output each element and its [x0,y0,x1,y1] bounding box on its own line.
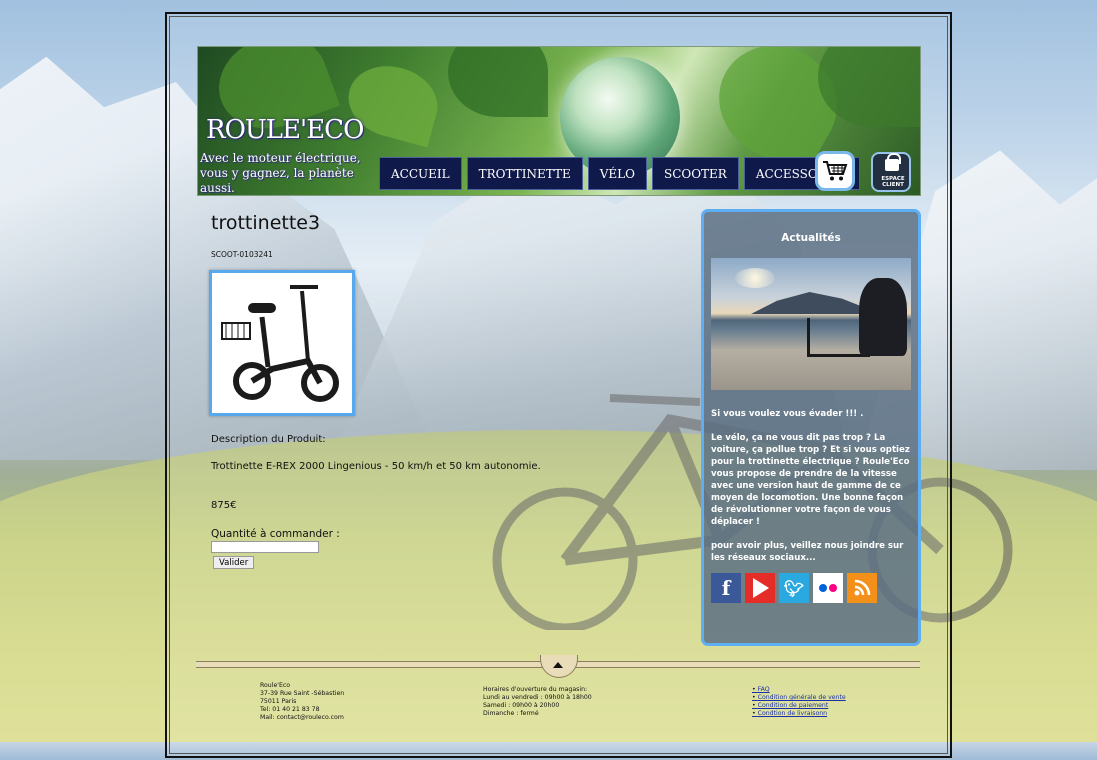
footer-link-livraison[interactable]: Condtion de livraisonn [752,710,846,718]
rss-icon[interactable] [847,573,877,603]
client-area-button[interactable]: ESPACE CLIENT [871,152,911,192]
product-image[interactable] [209,270,355,416]
quantity-label: Quantité à commander : [211,528,340,540]
scooter-image [221,285,339,402]
client-area-label: ESPACE CLIENT [881,176,905,188]
arrow-up-icon [553,662,563,668]
footer-links: FAQ Condition générale de vente Conditio… [752,686,846,718]
footer-link-faq[interactable]: FAQ [752,686,846,694]
footer-address-line: 75011 Paris [260,698,297,705]
description-heading: Description du Produit: [211,434,326,445]
nav-scooter[interactable]: SCOOTER [651,157,739,190]
footer-address-line: Roule'Eco [260,682,291,689]
nav-trottinette[interactable]: TROTTINETTE [466,157,583,190]
news-body: Le vélo, ça ne vous dit pas trop ? La vo… [711,433,910,527]
main-nav: ACCUEIL TROTTINETTE VÉLO SCOOTER ACCESSO… [379,157,861,193]
product-description: Trottinette E-REX 2000 Lingenious - 50 k… [211,461,541,472]
footer-hours-line: Horaires d'ouverture du magasin: [483,686,588,693]
flickr-icon[interactable] [813,573,843,603]
footer-link-paiement[interactable]: Condition de paiement [752,702,846,710]
validate-button[interactable]: Valider [213,556,255,569]
news-sidebar: Actualités Si vous voulez vous évader !!… [701,209,921,646]
twitter-icon[interactable]: 🐦︎ [779,573,809,603]
site-title[interactable]: ROULE'ECO [206,115,364,145]
product-title: trottinette3 [211,212,321,234]
footer-link-cgv[interactable]: Condition générale de vente [752,694,846,702]
nav-velo[interactable]: VÉLO [587,157,647,190]
social-links: f 🐦︎ [711,573,877,603]
news-intro: Si vous voulez vous évader !!! . [711,409,864,419]
news-photo [711,258,911,390]
footer-address-line: Mail: contact@rouleco.com [260,714,344,721]
news-social-invite: pour avoir plus, veillez nous joindre su… [711,541,904,563]
footer-address-line: 37-39 Rue Saint -Sébastien [260,690,345,697]
sidebar-title: Actualités [781,232,841,244]
footer-hours-line: Lundi au vendredi : 09h00 à 18h00 [483,694,592,701]
nav-accueil[interactable]: ACCUEIL [379,157,462,190]
product-sku: SCOOT-0103241 [211,250,273,259]
cart-button[interactable] [815,151,855,191]
footer-address: Roule'Eco 37-39 Rue Saint -Sébastien 750… [260,682,344,722]
product-price: 875€ [211,500,237,511]
footer-hours-line: Dimanche : fermé [483,710,539,717]
facebook-icon[interactable]: f [711,573,741,603]
youtube-icon[interactable] [745,573,775,603]
footer-hours: Horaires d'ouverture du magasin: Lundi a… [483,686,592,718]
footer-address-line: Tel: 01 40 21 83 78 [260,706,320,713]
shopping-cart-icon [823,161,848,181]
site-tagline: Avec le moteur électrique, vous y gagnez… [200,151,361,195]
footer-hours-line: Samedi : 09h00 à 20h00 [483,702,560,709]
quantity-input[interactable] [211,541,319,553]
